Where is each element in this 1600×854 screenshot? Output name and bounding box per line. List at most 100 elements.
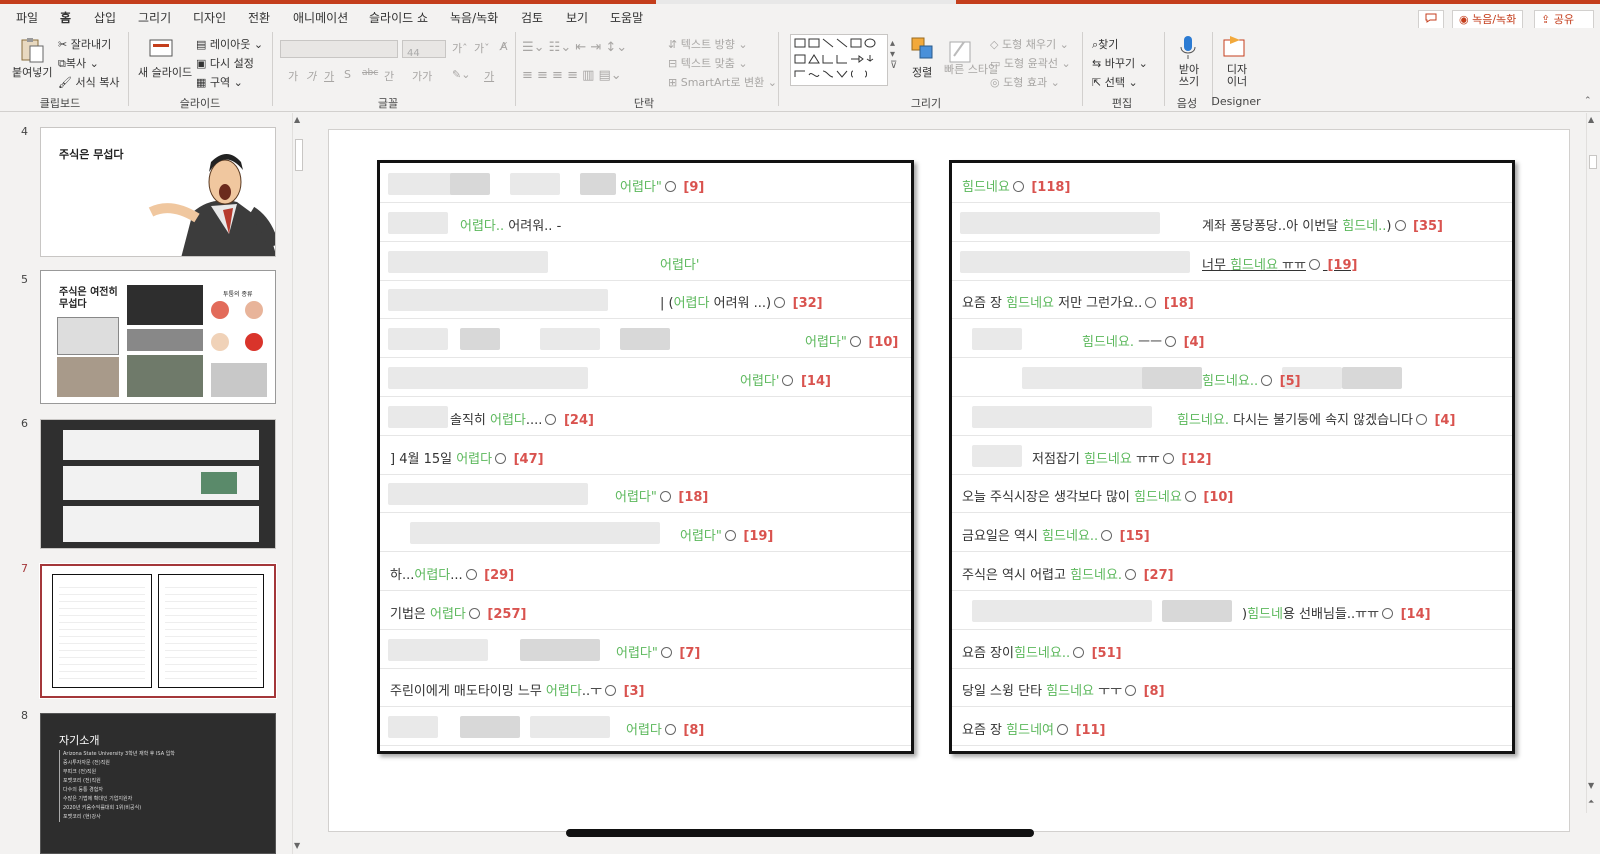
keyword-highlight: 힘드네요 bbox=[1083, 451, 1132, 467]
comment-count: [14] bbox=[796, 374, 831, 389]
scroll-down-icon[interactable]: ▼ bbox=[1588, 781, 1594, 790]
photo-image bbox=[127, 329, 203, 351]
scroll-thumb[interactable] bbox=[1589, 155, 1597, 169]
designer-button[interactable]: 디자 이너 bbox=[1224, 64, 1250, 88]
scroll-down-icon[interactable]: ▼ bbox=[294, 841, 300, 850]
tab-review[interactable]: 검토 bbox=[521, 9, 543, 26]
format-painter-button[interactable]: 🖌 서식 복사 bbox=[58, 74, 119, 90]
tab-design[interactable]: 디자인 bbox=[193, 9, 226, 26]
redacted-text bbox=[972, 405, 1152, 428]
redacted-text bbox=[972, 444, 1022, 467]
comment-prefix: 기법은 bbox=[390, 606, 431, 622]
shape-outline-button[interactable]: ▭ 도형 윤곽선 ⌄ bbox=[990, 55, 1071, 71]
underline-button[interactable]: 가 bbox=[324, 68, 334, 84]
shape-fill-button[interactable]: ◇ 도형 채우기 ⌄ bbox=[990, 36, 1069, 52]
thumbnail-bullets: Arizona State University 3학년 재학 후 ISA 입학… bbox=[59, 750, 259, 822]
comment-text: 어렵다" [10] bbox=[805, 331, 898, 350]
mini-panel-right bbox=[158, 574, 264, 688]
comment-prefix: ] 4월 15일 bbox=[390, 451, 457, 467]
shrink-font-button[interactable]: 가ˇ bbox=[474, 40, 490, 56]
share-button[interactable]: ⇪ 공유 bbox=[1534, 10, 1594, 29]
font-family-combo[interactable] bbox=[280, 40, 398, 58]
slide-scrollbar[interactable]: ▲ ▼ ⏶ bbox=[1586, 113, 1598, 813]
smartart-button[interactable]: ⊞ SmartArt로 변환 ⌄ bbox=[668, 74, 777, 90]
section-button[interactable]: ▦ 구역 ⌄ bbox=[196, 74, 243, 90]
tab-home[interactable]: 홈 bbox=[60, 9, 72, 30]
slide-thumbnail-8[interactable]: 자기소개 Arizona State University 3학년 재학 후 I… bbox=[40, 713, 276, 854]
cut-button[interactable]: ✂ 잘라내기 bbox=[58, 36, 111, 52]
italic-button[interactable]: 가 bbox=[306, 68, 316, 84]
highlight-icon[interactable]: ✎⌄ bbox=[452, 68, 470, 81]
record-button[interactable]: ◉ 녹음/녹화 bbox=[1452, 10, 1524, 29]
shape-fill-label: 도형 채우기 bbox=[1001, 38, 1057, 51]
comments-button[interactable] bbox=[1418, 10, 1444, 29]
reset-button[interactable]: ▣ 다시 설정 bbox=[196, 55, 254, 71]
share-label: 공유 bbox=[1553, 13, 1574, 26]
grow-font-button[interactable]: 가ˆ bbox=[452, 40, 468, 56]
comment-count: [18] bbox=[1159, 296, 1194, 312]
shadow-button[interactable]: S bbox=[344, 68, 351, 81]
scroll-up-icon[interactable]: ▲ bbox=[1588, 115, 1594, 124]
tab-transitions[interactable]: 전환 bbox=[248, 9, 270, 26]
tab-slideshow[interactable]: 슬라이드 쇼 bbox=[369, 9, 428, 26]
align-text-button[interactable]: ⊟ 텍스트 맞춤 ⌄ bbox=[668, 55, 748, 71]
keyword-highlight: 힘드네요.. bbox=[1042, 529, 1099, 545]
scroll-thumb[interactable] bbox=[295, 139, 303, 171]
clear-format-icon[interactable]: A̸ bbox=[500, 40, 508, 53]
tab-help[interactable]: 도움말 bbox=[610, 9, 643, 26]
keyword-highlight: 힘드네 bbox=[1247, 606, 1283, 622]
horizontal-scroll-indicator[interactable] bbox=[566, 829, 1034, 837]
new-slide-button[interactable]: 새 슬라이드 bbox=[138, 64, 192, 80]
slide-thumbnail-5[interactable]: 주식은 여전히 무섭다 투툼의 종류 bbox=[40, 270, 276, 404]
dictate-button[interactable]: 받아 쓰기 bbox=[1174, 64, 1204, 88]
tab-insert[interactable]: 삽입 bbox=[94, 9, 116, 26]
change-case-button[interactable]: 가가 bbox=[412, 68, 432, 84]
slide-thumbnail-7[interactable] bbox=[39, 563, 277, 699]
photo-image bbox=[127, 355, 203, 397]
layout-button[interactable]: ▤ 레이아웃 ⌄ bbox=[196, 36, 263, 52]
text-direction-button[interactable]: ⇵ 텍스트 방향 ⌄ bbox=[668, 36, 748, 52]
emoticon-icon bbox=[782, 375, 794, 386]
slide-thumbnail-4[interactable]: 주식은 무섭다 bbox=[40, 127, 276, 257]
comment-text: 어렵다' [14] bbox=[740, 370, 831, 389]
collapse-ribbon-icon[interactable]: ⌃ bbox=[1584, 96, 1592, 106]
slide-thumbnail-6[interactable] bbox=[40, 419, 276, 549]
redacted-text bbox=[388, 289, 608, 312]
slide-canvas[interactable]: 어렵다" [9] 어렵다.. 어려워.. - 어렵다' | (어렵다 어려워 ...)… bbox=[328, 129, 1570, 832]
shape-effects-button[interactable]: ◎ 도형 효과 ⌄ bbox=[990, 74, 1060, 90]
arrange-button[interactable]: 정렬 bbox=[912, 64, 932, 80]
tab-animations[interactable]: 애니메이션 bbox=[293, 9, 348, 26]
font-color-button[interactable]: 가 bbox=[484, 68, 494, 84]
shapes-gallery[interactable] bbox=[790, 34, 888, 86]
difficult-comment-row: 기법은 어렵다 [257] bbox=[380, 592, 911, 630]
head-icon bbox=[211, 333, 229, 351]
tab-view[interactable]: 보기 bbox=[566, 9, 588, 26]
select-button[interactable]: ⇱ 선택 ⌄ bbox=[1092, 74, 1138, 90]
comment-count: [29] bbox=[479, 568, 515, 583]
prev-slide-icon[interactable]: ⏶ bbox=[1588, 797, 1594, 807]
tab-file[interactable]: 파일 bbox=[16, 9, 38, 26]
comment-text: 저점잡기 힘드네요 ㅠㅠ [12] bbox=[1032, 448, 1211, 467]
bold-button[interactable]: 가 bbox=[288, 68, 298, 84]
difficult-comment-row: 하...어렵다... [29] bbox=[380, 553, 911, 591]
slide-number: 7 bbox=[21, 562, 28, 575]
tab-record[interactable]: 녹음/녹화 bbox=[450, 9, 498, 26]
thumbnail-scrollbar[interactable]: ▲ ▼ bbox=[292, 113, 304, 854]
tab-draw[interactable]: 그리기 bbox=[138, 9, 171, 26]
copy-button[interactable]: ⧉복사 ⌄ bbox=[58, 55, 99, 71]
paste-button[interactable]: 붙여넣기 bbox=[12, 64, 52, 80]
mini-panel-left bbox=[52, 574, 152, 688]
bullets-icon[interactable]: ☰⌄ ☷⌄ ⇤ ⇥ ↕⌄ bbox=[522, 40, 627, 55]
char-spacing-button[interactable]: 간 bbox=[384, 68, 394, 84]
find-button[interactable]: ⌕찾기 bbox=[1092, 36, 1118, 52]
designer-group-label: Designer bbox=[1211, 95, 1261, 108]
scroll-up-icon[interactable]: ▲ bbox=[294, 115, 300, 124]
align-icons[interactable]: ≡ ≡ ≡ ≡ ▥ ▤⌄ bbox=[522, 68, 622, 83]
strikethrough-button[interactable]: abc bbox=[362, 68, 378, 78]
comment-prefix: 하... bbox=[390, 568, 415, 583]
redacted-text bbox=[540, 328, 600, 351]
shapes-scroll[interactable]: ▴ ▾ ⊽ bbox=[890, 38, 897, 71]
comment-count: [14] bbox=[1396, 606, 1431, 622]
font-size-combo[interactable]: 44 bbox=[402, 40, 446, 59]
replace-button[interactable]: ⇆ 바꾸기 ⌄ bbox=[1092, 55, 1148, 71]
